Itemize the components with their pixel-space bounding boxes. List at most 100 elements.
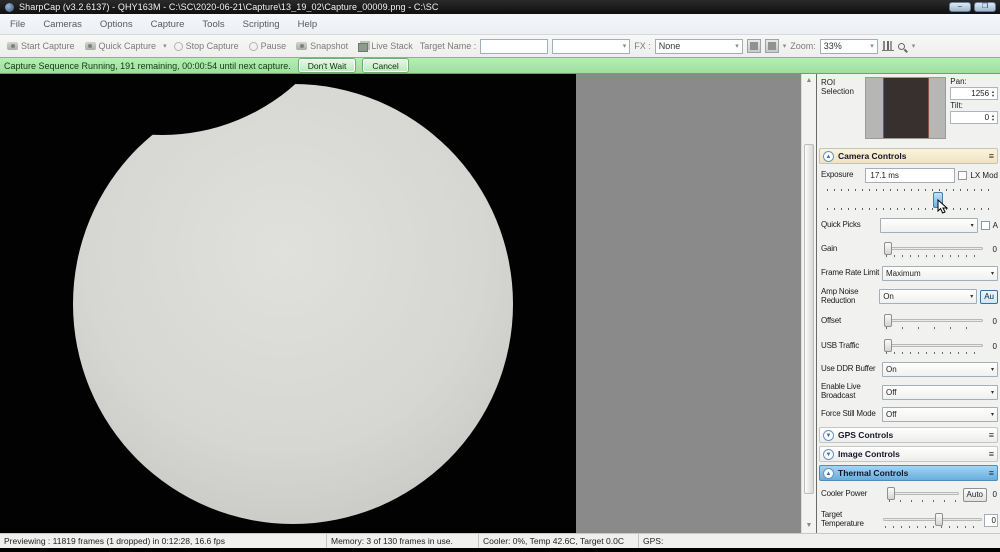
fx-combo[interactable]: None▾: [655, 39, 743, 54]
expand-chevron-icon[interactable]: ▼: [823, 430, 834, 441]
image-viewport[interactable]: [0, 74, 576, 533]
start-capture-button[interactable]: Start Capture: [4, 40, 78, 52]
offset-slider-thumb[interactable]: [884, 314, 892, 327]
frame-rate-combo[interactable]: Maximum▾: [882, 266, 998, 281]
expand-chevron-icon[interactable]: ▼: [823, 449, 834, 460]
pan-spinner[interactable]: 1256 ▲▼: [950, 87, 998, 100]
grid-icon: [750, 42, 758, 50]
stop-capture-button[interactable]: Stop Capture: [171, 40, 242, 52]
tilt-spinner[interactable]: 0 ▲▼: [950, 111, 998, 124]
grid-icon: [768, 42, 776, 50]
lx-mode-checkbox[interactable]: [958, 171, 967, 180]
spinner-arrows-icon[interactable]: ▲▼: [991, 114, 996, 120]
ddr-buffer-combo[interactable]: On▾: [882, 362, 998, 377]
status-cooler: Cooler: 0%, Temp 42.6C, Target 0.0C: [479, 534, 639, 548]
section-menu-icon[interactable]: ≡: [989, 469, 994, 477]
offset-value: 0: [985, 317, 998, 326]
gain-slider[interactable]: [882, 241, 985, 258]
quick-picks-combo[interactable]: ▾: [880, 218, 978, 233]
magnifier-icon[interactable]: [898, 43, 905, 50]
status-bar: Previewing : 11819 frames (1 dropped) in…: [0, 533, 1000, 548]
menu-scripting[interactable]: Scripting: [243, 19, 280, 30]
sharpcap-window: SharpCap (v3.2.6137) - QHY163M - C:\SC\2…: [0, 0, 1000, 552]
amp-noise-auto-button[interactable]: Au: [980, 290, 998, 304]
target-temperature-slider[interactable]: [881, 512, 984, 529]
camera-controls-header[interactable]: ▲ Camera Controls ≡: [819, 148, 998, 164]
quick-capture-button[interactable]: Quick Capture: [82, 40, 160, 52]
magnifier-dropdown-icon[interactable]: ▾: [912, 42, 916, 50]
usb-traffic-slider[interactable]: [882, 338, 985, 355]
usb-traffic-slider-thumb[interactable]: [884, 339, 892, 352]
fx-option-button-1[interactable]: [747, 39, 761, 53]
roi-selection-row: ROI Selection Pan: 1256 ▲▼ Tilt: 0 ▲▼: [817, 74, 1000, 146]
gain-slider-thumb[interactable]: [884, 242, 892, 255]
ddr-buffer-row: Use DDR Buffer On▾: [817, 359, 1000, 380]
chevron-down-icon: ▾: [971, 222, 974, 229]
app-icon: [5, 3, 14, 12]
fx-label: FX :: [634, 41, 651, 51]
cooler-auto-button[interactable]: Auto: [963, 488, 987, 502]
restore-button[interactable]: ❐: [974, 2, 996, 12]
panel-scrollbar[interactable]: ▲ ▼: [801, 74, 816, 533]
amp-noise-row: Amp Noise Reduction On▾ Au: [817, 284, 1000, 309]
offset-row: Offset 0: [817, 309, 1000, 334]
menu-file[interactable]: File: [10, 19, 25, 30]
cooler-power-slider[interactable]: [885, 486, 961, 503]
usb-traffic-label: USB Traffic: [821, 342, 882, 351]
quick-picks-auto-checkbox[interactable]: [981, 221, 990, 230]
live-stack-button[interactable]: Live Stack: [355, 40, 416, 53]
quick-capture-dropdown-icon[interactable]: ▾: [163, 42, 167, 50]
thermal-controls-header[interactable]: ▲ Thermal Controls ≡: [819, 465, 998, 481]
target-name-input[interactable]: [480, 39, 548, 54]
live-broadcast-combo[interactable]: Off▾: [882, 385, 998, 400]
video-letterbox-strip: [0, 548, 1000, 552]
scroll-up-icon[interactable]: ▲: [802, 74, 816, 88]
target-temperature-slider-thumb[interactable]: [935, 513, 943, 526]
cancel-button[interactable]: Cancel: [363, 59, 407, 72]
menu-help[interactable]: Help: [298, 19, 318, 30]
scroll-down-icon[interactable]: ▼: [802, 519, 816, 533]
fx-option-button-2[interactable]: [765, 39, 779, 53]
workspace-background: [576, 74, 801, 533]
camera-icon: [85, 42, 96, 50]
status-gps: GPS:: [639, 534, 1000, 548]
zoom-label: Zoom:: [790, 41, 816, 51]
spinner-arrows-icon[interactable]: ▲▼: [991, 90, 996, 96]
roi-preview-thumbnail[interactable]: [865, 77, 947, 139]
menu-cameras[interactable]: Cameras: [43, 19, 82, 30]
frame-rate-label: Frame Rate Limit: [821, 269, 882, 278]
collapse-chevron-icon[interactable]: ▲: [823, 151, 834, 162]
cooler-power-slider-thumb[interactable]: [887, 487, 895, 500]
menu-tools[interactable]: Tools: [202, 19, 224, 30]
menu-options[interactable]: Options: [100, 19, 133, 30]
chevron-down-icon: ▾: [623, 42, 627, 50]
section-menu-icon[interactable]: ≡: [989, 431, 994, 439]
chevron-down-icon: ▾: [991, 411, 994, 418]
zoom-combo[interactable]: 33%▾: [820, 39, 878, 54]
exposure-slider[interactable]: [821, 186, 998, 214]
image-controls-header[interactable]: ▼ Image Controls ≡: [819, 446, 998, 462]
amp-noise-combo[interactable]: On▾: [879, 289, 977, 304]
pause-button[interactable]: Pause: [246, 40, 290, 52]
gps-controls-header[interactable]: ▼ GPS Controls ≡: [819, 427, 998, 443]
menu-capture[interactable]: Capture: [151, 19, 185, 30]
scrollbar-thumb[interactable]: [804, 144, 814, 494]
histogram-icon[interactable]: [882, 41, 894, 51]
exposure-value-input[interactable]: 17.1 ms: [865, 168, 955, 183]
section-menu-icon[interactable]: ≡: [989, 152, 994, 160]
dont-wait-button[interactable]: Don't Wait: [299, 59, 356, 72]
offset-slider[interactable]: [882, 313, 985, 330]
force-still-combo[interactable]: Off▾: [882, 407, 998, 422]
tilt-label: Tilt:: [950, 101, 998, 110]
force-still-label: Force Still Mode: [821, 410, 882, 419]
pause-icon: [249, 42, 258, 51]
gain-value: 0: [985, 245, 998, 254]
snapshot-button[interactable]: Snapshot: [293, 40, 351, 52]
target-temperature-row: Target Temperature 0: [817, 507, 1000, 533]
fx-options-dropdown-icon[interactable]: ▾: [783, 42, 787, 50]
target-name-combo[interactable]: ▾: [552, 39, 630, 54]
minimize-button[interactable]: –: [949, 2, 971, 12]
snapshot-icon: [296, 42, 307, 50]
collapse-chevron-icon[interactable]: ▲: [823, 468, 834, 479]
section-menu-icon[interactable]: ≡: [989, 450, 994, 458]
